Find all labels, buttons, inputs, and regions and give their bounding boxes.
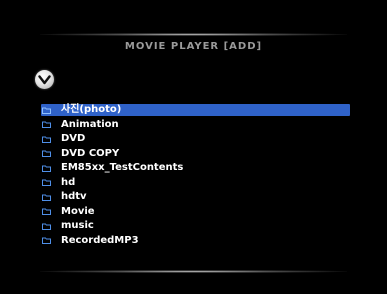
folder-icon bbox=[42, 165, 51, 172]
page-title: MOVIE PLAYER [ADD] bbox=[124, 41, 263, 52]
list-item-label: Animation bbox=[61, 118, 119, 130]
back-button[interactable] bbox=[35, 70, 54, 89]
list-item[interactable]: hd bbox=[42, 177, 352, 189]
list-item-label: music bbox=[61, 220, 94, 231]
list-item[interactable]: hdtv bbox=[42, 191, 352, 203]
list-item[interactable]: DVD COPY bbox=[42, 148, 352, 160]
list-item-label: hd bbox=[61, 176, 76, 188]
list-item[interactable]: 사진(photo) bbox=[41, 104, 350, 116]
folder-icon bbox=[42, 208, 51, 215]
folder-icon bbox=[42, 136, 51, 143]
list-item-label: DVD COPY bbox=[61, 147, 120, 159]
folder-icon bbox=[42, 150, 51, 157]
list-item[interactable]: DVD bbox=[42, 133, 352, 145]
folder-icon bbox=[42, 223, 51, 230]
folder-icon bbox=[42, 107, 51, 114]
folder-icon bbox=[42, 121, 51, 128]
folder-list: 사진(photo) Animation DVD DVD COPY EM85xx_… bbox=[41, 104, 352, 249]
folder-icon bbox=[42, 179, 51, 186]
list-item-label: Movie bbox=[61, 205, 95, 217]
list-item[interactable]: Animation bbox=[42, 119, 352, 131]
list-item-label: RecordedMP3 bbox=[61, 234, 139, 246]
movie-player-screen: MOVIE PLAYER [ADD] 사진(photo) Animation D… bbox=[0, 0, 387, 294]
list-item[interactable]: music bbox=[42, 220, 352, 232]
list-item[interactable]: RecordedMP3 bbox=[42, 235, 352, 247]
list-item-label: EM85xx_TestContents bbox=[61, 162, 184, 173]
list-item-label: hdtv bbox=[61, 191, 87, 202]
list-item-label: DVD bbox=[61, 133, 86, 144]
folder-icon bbox=[42, 194, 51, 201]
folder-icon bbox=[42, 237, 51, 244]
list-item[interactable]: Movie bbox=[42, 206, 352, 218]
chevron-down-icon bbox=[38, 74, 51, 84]
list-item[interactable]: EM85xx_TestContents bbox=[42, 162, 352, 174]
top-divider bbox=[40, 33, 347, 36]
list-item-label: 사진(photo) bbox=[61, 104, 122, 115]
bottom-divider bbox=[40, 270, 347, 273]
